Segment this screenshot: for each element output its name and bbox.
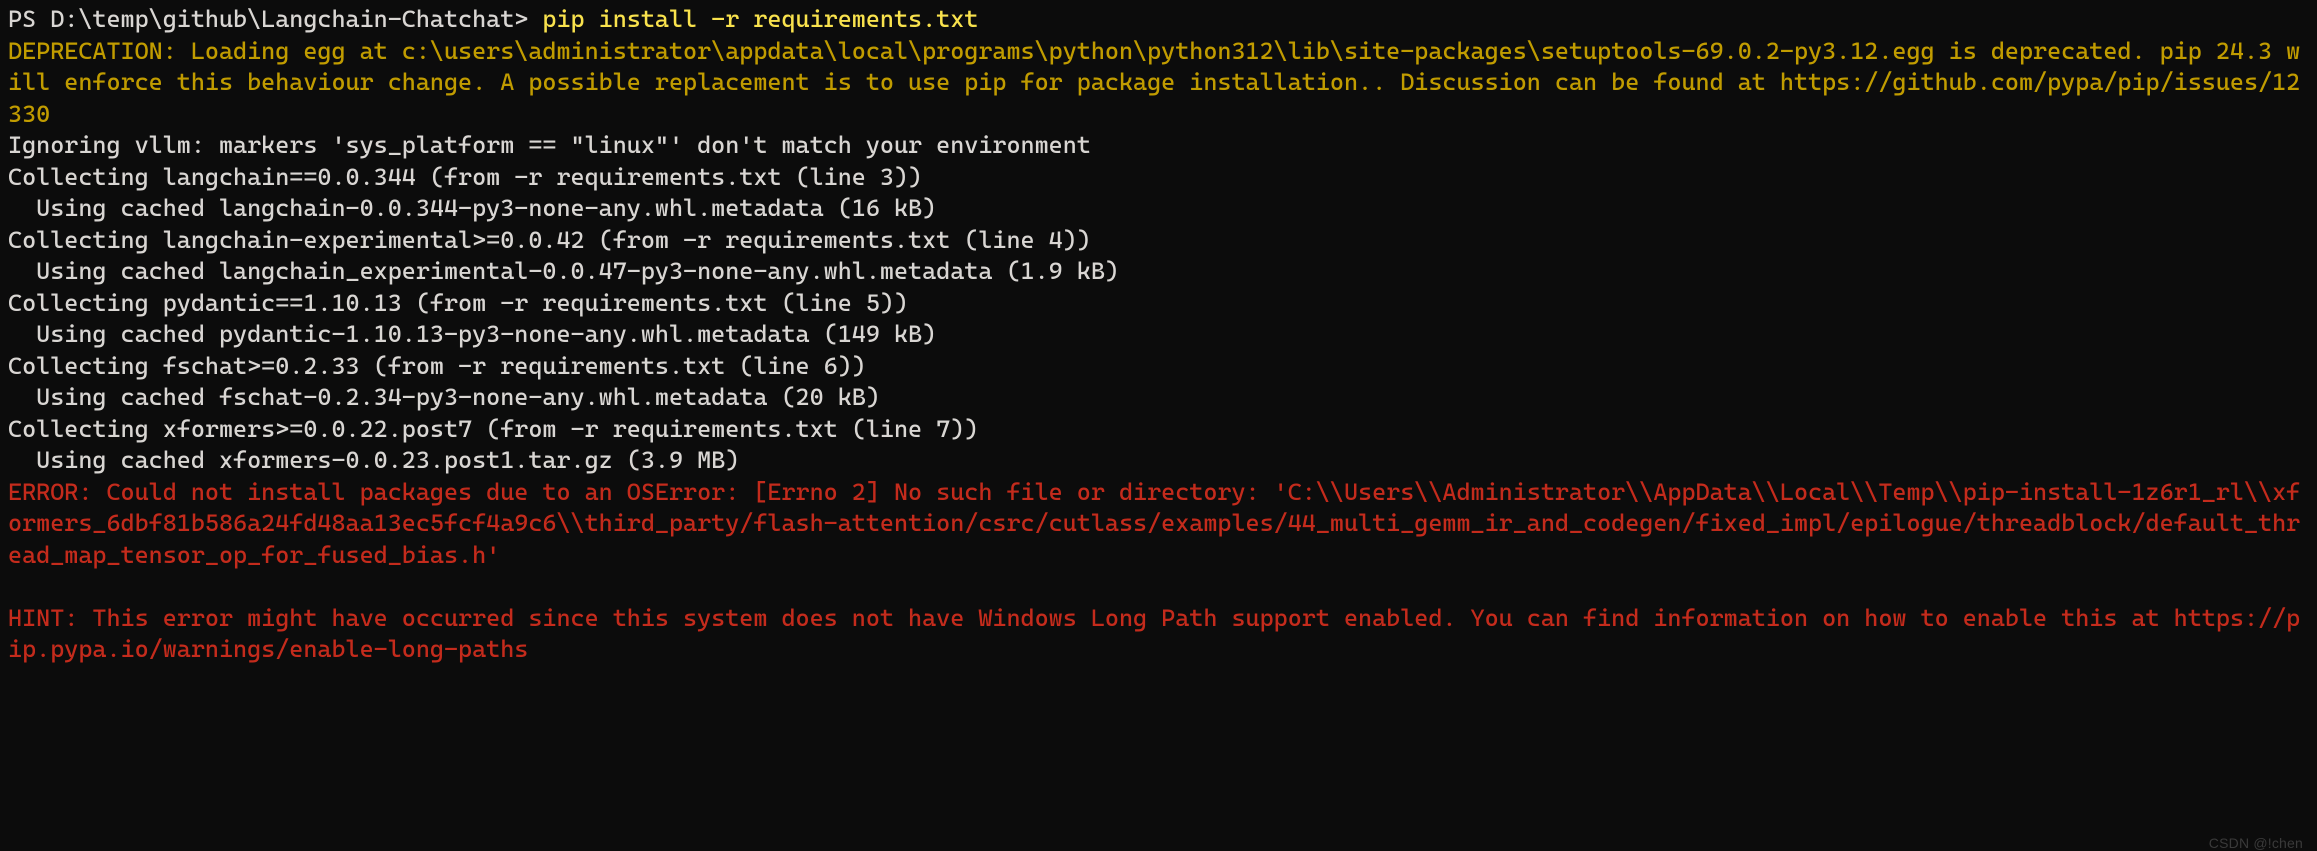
output-line: Collecting pydantic==1.10.13 (from -r re… <box>8 289 908 317</box>
output-line: Ignoring vllm: markers 'sys_platform == … <box>8 131 1091 159</box>
output-hint-line: HINT: This error might have occurred sin… <box>8 604 2300 664</box>
prompt-command: pip install -r requirements.txt <box>542 5 978 33</box>
output-line: Using cached xformers-0.0.23.post1.tar.g… <box>8 446 739 474</box>
output-line: Collecting langchain-experimental>=0.0.4… <box>8 226 1091 254</box>
output-error-line: ERROR: Could not install packages due to… <box>8 478 2300 569</box>
output-line: Using cached pydantic-1.10.13-py3-none-a… <box>8 320 936 348</box>
output-line: Collecting langchain==0.0.344 (from -r r… <box>8 163 922 191</box>
output-line: Using cached langchain-0.0.344-py3-none-… <box>8 194 936 222</box>
output-line: Collecting xformers>=0.0.22.post7 (from … <box>8 415 978 443</box>
output-line: Using cached fschat-0.2.34-py3-none-any.… <box>8 383 880 411</box>
terminal-output[interactable]: PS D:\temp\github\Langchain-Chatchat> pi… <box>0 0 2317 666</box>
output-line: Collecting fschat>=0.2.33 (from -r requi… <box>8 352 866 380</box>
prompt-ps: PS D:\temp\github\Langchain-Chatchat> <box>8 5 542 33</box>
output-line: Using cached langchain_experimental-0.0.… <box>8 257 1119 285</box>
output-line: DEPRECATION: Loading egg at c:\users\adm… <box>8 37 2300 128</box>
